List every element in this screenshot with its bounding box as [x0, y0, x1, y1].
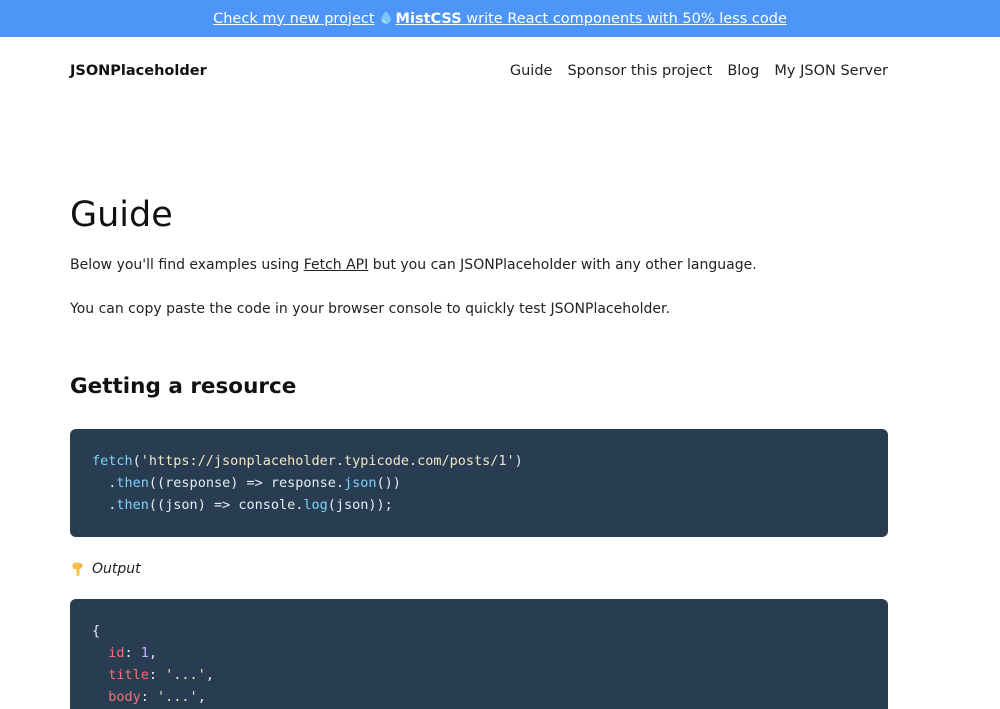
code-token: ((response) => response.	[148, 475, 344, 491]
copy-paste-paragraph: You can copy paste the code in your brow…	[70, 301, 670, 317]
pointing-down-hand-icon	[72, 562, 83, 576]
announcement-suffix: write React components with 50% less cod…	[466, 10, 787, 27]
announcement-bar: Check my new project MistCSS write React …	[0, 0, 1000, 37]
brand-logo[interactable]: JSONPlaceholder	[70, 63, 207, 79]
output-label: Output	[70, 561, 888, 577]
code-token: then	[116, 475, 149, 491]
intro-text-after: but you can JSONPlaceholder with any oth…	[368, 257, 757, 273]
announcement-link[interactable]: Check my new project MistCSS write React …	[213, 10, 787, 27]
code-block-fetch[interactable]: fetch('https://jsonplaceholder.typicode.…	[70, 429, 888, 537]
nav-link-json-server[interactable]: My JSON Server	[774, 63, 888, 79]
page-title: Guide	[70, 195, 173, 235]
code-token: log	[303, 497, 328, 513]
fetch-api-link[interactable]: Fetch API	[304, 257, 369, 273]
code-token: '...'	[165, 667, 206, 683]
code-token: fetch	[92, 453, 133, 469]
nav-link-blog[interactable]: Blog	[727, 63, 759, 79]
droplet-icon	[380, 10, 391, 24]
code-token: ((json) => console.	[148, 497, 304, 513]
code-token: json	[344, 475, 377, 491]
nav-links: Guide Sponsor this project Blog My JSON …	[510, 63, 888, 79]
code-token: body	[108, 689, 141, 705]
code-token: ())	[376, 475, 401, 491]
code-token: id	[108, 645, 125, 661]
code-block-output[interactable]: { id: 1, title: '...', body: '...',	[70, 599, 888, 709]
announcement-prefix: Check my new project	[213, 10, 375, 27]
section-title: Getting a resource	[70, 374, 297, 399]
output-label-text: Output	[92, 561, 141, 577]
nav-link-sponsor[interactable]: Sponsor this project	[567, 63, 712, 79]
code-token: then	[116, 497, 149, 513]
intro-paragraph: Below you'll find examples using Fetch A…	[70, 255, 888, 275]
announcement-brand: MistCSS	[395, 10, 462, 27]
intro-text-before: Below you'll find examples using	[70, 257, 304, 273]
top-navbar: JSONPlaceholder Guide Sponsor this proje…	[0, 37, 1000, 105]
code-token: '...'	[157, 689, 198, 705]
code-token: {	[92, 623, 101, 639]
code-token: title	[108, 667, 149, 683]
nav-link-guide[interactable]: Guide	[510, 63, 553, 79]
code-token: (json));	[327, 497, 393, 513]
main-content: Guide Below you'll find examples using F…	[0, 193, 1000, 709]
code-token: 'https://jsonplaceholder.typicode.com/po…	[140, 453, 515, 469]
code-token: 1	[140, 645, 149, 661]
